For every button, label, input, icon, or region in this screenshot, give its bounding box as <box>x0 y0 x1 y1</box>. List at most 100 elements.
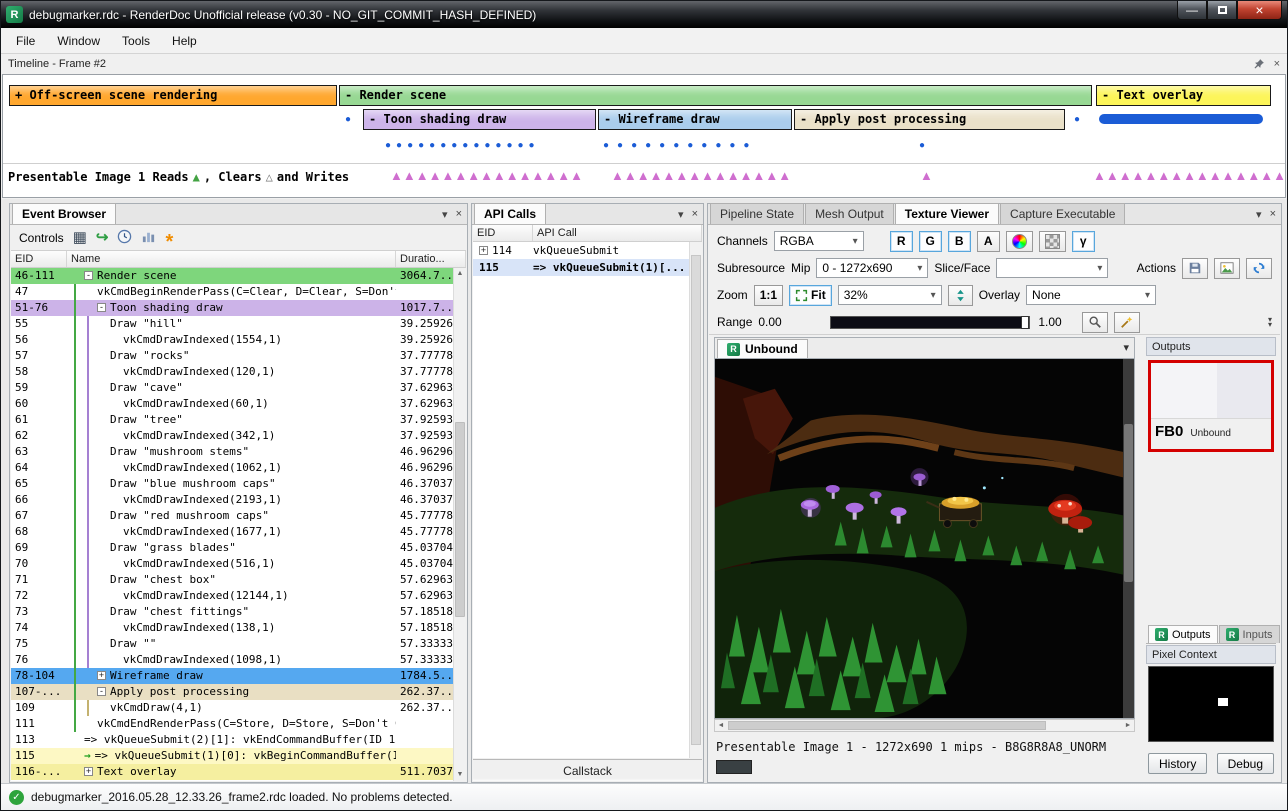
event-row[interactable]: 60vkCmdDrawIndexed(60,1)37.62963 <box>11 396 453 412</box>
texture-list-dropdown-icon[interactable]: ▾ <box>1123 341 1129 354</box>
event-row[interactable]: 68vkCmdDrawIndexed(1677,1)45.77778 <box>11 524 453 540</box>
timeline-block[interactable]: - Wireframe draw <box>598 109 792 130</box>
timeline-canvas[interactable]: Presentable Image 1 Reads ▲ , Clears △ a… <box>2 74 1286 198</box>
fb0-thumbnail[interactable]: FB0 Unbound <box>1148 360 1274 452</box>
panel-tab[interactable]: Texture Viewer <box>895 203 999 224</box>
tab-event-browser[interactable]: Event Browser <box>12 203 116 224</box>
title-bar[interactable]: R debugmarker.rdc - RenderDoc Unofficial… <box>1 1 1287 28</box>
gamma-button[interactable]: γ <box>1072 231 1095 252</box>
menu-item[interactable]: Window <box>46 30 111 52</box>
event-row[interactable]: 75Draw ""57.33333 <box>11 636 453 652</box>
event-row[interactable]: 111vkCmdEndRenderPass(C=Store, D=Store, … <box>11 716 453 732</box>
event-browser-scrollbar[interactable]: ▲ ▼ <box>453 268 466 781</box>
save-texture-button[interactable] <box>1182 258 1208 279</box>
open-image-button[interactable] <box>1214 258 1240 279</box>
panel-tab[interactable]: Mesh Output <box>805 203 894 224</box>
overlay-select[interactable]: None▾ <box>1026 285 1156 305</box>
dropdown-icon[interactable]: ▾ <box>678 208 684 221</box>
toolbar-overflow-icon[interactable]: ▾▾ <box>1268 317 1272 327</box>
scroll-down-icon[interactable]: ▼ <box>454 769 466 781</box>
event-table-header[interactable]: EID Name Duratio... <box>11 251 466 268</box>
tree-expander-icon[interactable]: + <box>479 246 488 255</box>
close-icon[interactable]: × <box>456 208 462 221</box>
event-row[interactable]: 76vkCmdDrawIndexed(1098,1)57.33333 <box>11 652 453 668</box>
menu-item[interactable]: Tools <box>111 30 161 52</box>
tab-api-calls[interactable]: API Calls <box>474 203 546 224</box>
timeline-block[interactable]: + Off-screen scene rendering <box>9 85 337 106</box>
event-row[interactable]: 115→=> vkQueueSubmit(1)[0]: vkBeginComma… <box>11 748 453 764</box>
timeline-block[interactable]: - Apply post processing <box>794 109 1065 130</box>
column-eid[interactable]: EID <box>11 251 67 267</box>
scroll-left-icon[interactable]: ◄ <box>715 720 727 731</box>
event-row[interactable]: 47vkCmdBeginRenderPass(C=Clear, D=Clear,… <box>11 284 453 300</box>
dropdown-icon[interactable]: ▾ <box>442 208 448 221</box>
scroll-up-icon[interactable]: ▲ <box>454 268 466 280</box>
tree-expander-icon[interactable]: + <box>97 671 106 680</box>
texture-tab-unbound[interactable]: R Unbound <box>717 339 808 358</box>
range-max-value[interactable]: 1.00 <box>1038 315 1076 329</box>
tree-expander-icon[interactable]: - <box>97 687 106 696</box>
column-api-call[interactable]: API Call <box>533 225 702 241</box>
range-min-value[interactable]: 0.00 <box>758 315 822 329</box>
event-row[interactable]: 71Draw "chest box"57.62963 <box>11 572 453 588</box>
pin-icon[interactable] <box>1253 58 1265 70</box>
pixel-context-view[interactable] <box>1148 666 1274 742</box>
scrollbar-thumb[interactable] <box>455 422 465 617</box>
bookmark-icon[interactable]: * <box>165 237 173 247</box>
minimize-button[interactable]: — <box>1177 1 1207 20</box>
channel-a-button[interactable]: A <box>977 231 1000 252</box>
jump-to-eid-icon[interactable]: ↪ <box>96 230 109 245</box>
flip-y-button[interactable] <box>948 285 973 306</box>
close-icon[interactable]: × <box>1274 58 1280 70</box>
dropdown-icon[interactable]: ▾ <box>1256 208 1262 221</box>
panel-tab[interactable]: Capture Executable <box>1000 203 1125 224</box>
event-row[interactable]: 57Draw "rocks"37.77778 <box>11 348 453 364</box>
channels-select[interactable]: RGBA▾ <box>774 231 864 251</box>
event-row[interactable]: 74vkCmdDrawIndexed(138,1)57.18518 <box>11 620 453 636</box>
api-call-row[interactable]: 115=> vkQueueSubmit(1)[... <box>473 259 689 276</box>
event-row[interactable]: 70vkCmdDrawIndexed(516,1)45.03704 <box>11 556 453 572</box>
autofit-range-button[interactable] <box>1114 312 1140 333</box>
fit-button[interactable]: Fit <box>789 285 832 306</box>
viewport-hscrollbar[interactable]: ◄ ► <box>714 719 1135 732</box>
history-button[interactable]: History <box>1148 753 1207 774</box>
find-event-icon[interactable]: ▦ <box>73 230 87 245</box>
checkerboard-button[interactable] <box>1039 231 1066 252</box>
event-row[interactable]: 116-...+Text overlay511.7037 <box>11 764 453 780</box>
api-table-header[interactable]: EID API Call <box>473 225 702 242</box>
colorwheel-button[interactable] <box>1006 231 1033 252</box>
range-slider[interactable] <box>830 316 1030 329</box>
event-row[interactable]: 55Draw "hill"39.25926 <box>11 316 453 332</box>
event-row[interactable]: 107-...-Apply post processing262.37... <box>11 684 453 700</box>
event-row[interactable]: 65Draw "blue mushroom caps"46.37037 <box>11 476 453 492</box>
menu-item[interactable]: Help <box>161 30 208 52</box>
scrollbar-thumb[interactable] <box>1124 424 1133 582</box>
channel-r-button[interactable]: R <box>890 231 913 252</box>
api-call-row[interactable]: +114vkQueueSubmit <box>473 242 689 259</box>
scrollbar-thumb[interactable] <box>728 721 1046 730</box>
event-row[interactable]: 59Draw "cave"37.62963 <box>11 380 453 396</box>
event-row[interactable]: 58vkCmdDrawIndexed(120,1)37.77778 <box>11 364 453 380</box>
event-row[interactable]: 46-111-Render scene3064.7... <box>11 268 453 284</box>
event-row[interactable]: 66vkCmdDrawIndexed(2193,1)46.37037 <box>11 492 453 508</box>
tree-expander-icon[interactable]: + <box>84 767 93 776</box>
maximize-button[interactable] <box>1207 1 1237 20</box>
zoom-range-button[interactable] <box>1082 312 1108 333</box>
event-row[interactable]: 73Draw "chest fittings"57.18518 <box>11 604 453 620</box>
zoom-1to1-button[interactable]: 1:1 <box>754 285 783 306</box>
close-button[interactable]: × <box>1237 1 1282 20</box>
event-row[interactable]: 56vkCmdDrawIndexed(1554,1)39.25926 <box>11 332 453 348</box>
event-row[interactable]: 109vkCmdDraw(4,1)262.37... <box>11 700 453 716</box>
zoom-select[interactable]: 32%▾ <box>838 285 942 305</box>
scroll-right-icon[interactable]: ► <box>1122 720 1134 731</box>
tree-expander-icon[interactable]: - <box>84 271 93 280</box>
timeline-block[interactable]: - Toon shading draw <box>363 109 596 130</box>
menu-item[interactable]: File <box>5 30 46 52</box>
io-tab[interactable]: RInputs <box>1219 625 1280 643</box>
event-row[interactable]: 113=> vkQueueSubmit(2)[1]: vkEndCommandB… <box>11 732 453 748</box>
event-row[interactable]: 62vkCmdDrawIndexed(342,1)37.92593 <box>11 428 453 444</box>
event-row[interactable]: 64vkCmdDrawIndexed(1062,1)46.96296 <box>11 460 453 476</box>
event-row[interactable]: 61Draw "tree"37.92593 <box>11 412 453 428</box>
event-row[interactable]: 69Draw "grass blades"45.03704 <box>11 540 453 556</box>
close-icon[interactable]: × <box>1270 208 1276 221</box>
